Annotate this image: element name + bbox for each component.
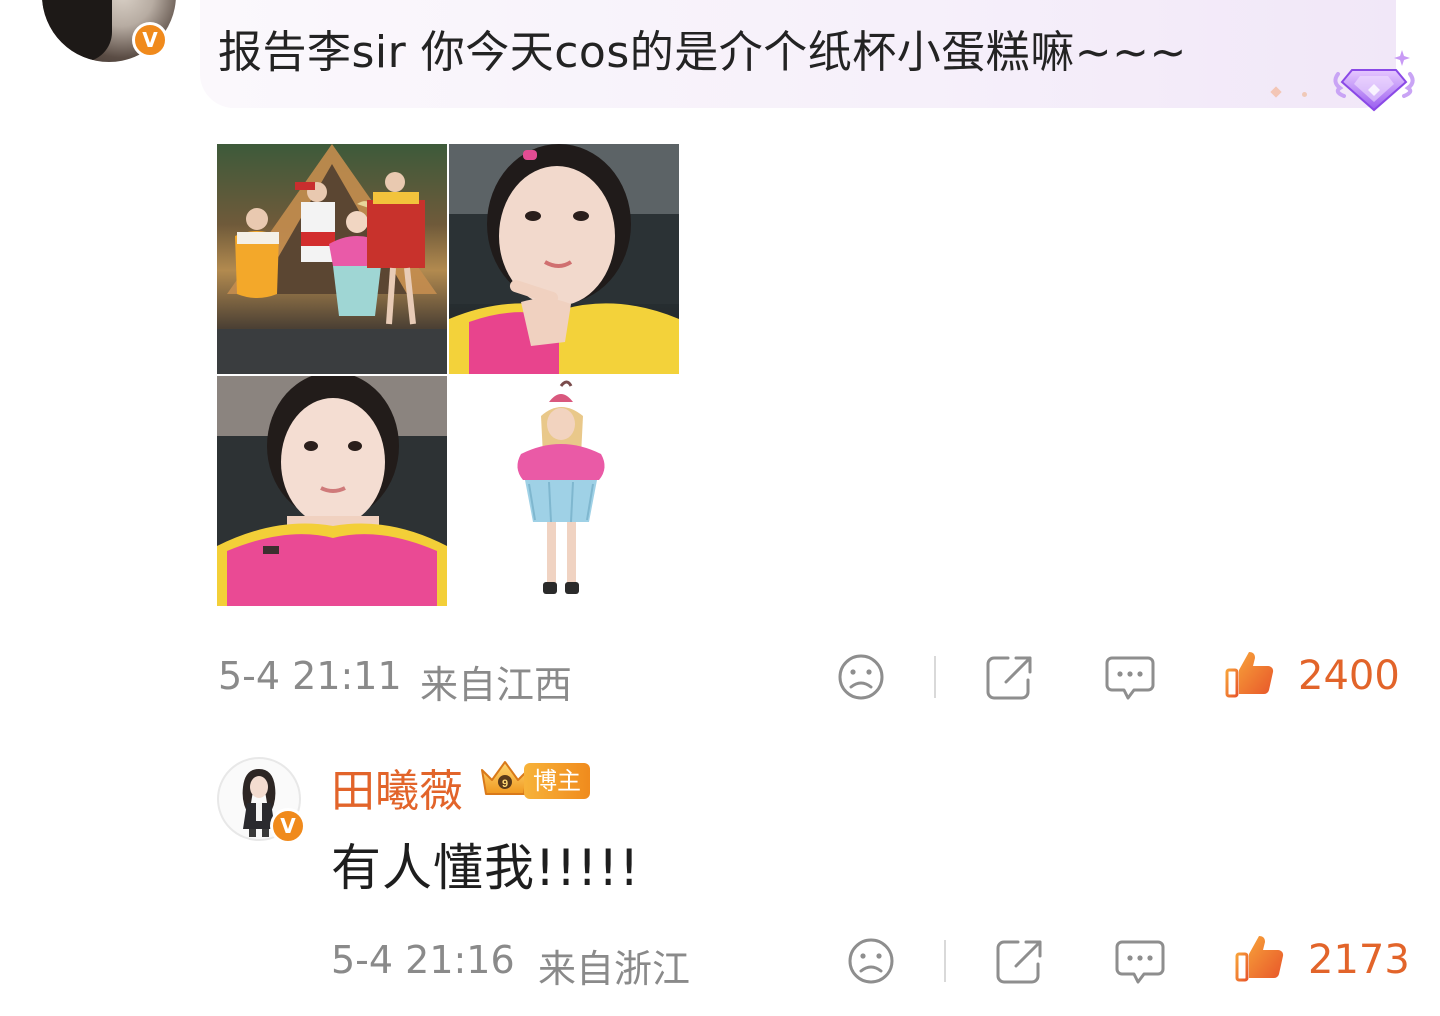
verified-badge-icon: V <box>132 22 168 58</box>
comment-icon[interactable] <box>1114 936 1166 986</box>
reply-text: 有人懂我!!!!! <box>331 839 641 897</box>
selfie-pointing-photo[interactable] <box>449 144 679 374</box>
reply-location: 来自浙江 <box>538 947 691 991</box>
divider <box>944 940 946 982</box>
share-icon[interactable] <box>984 652 1036 702</box>
like-icon[interactable] <box>1234 932 1286 984</box>
reply-timestamp: 5-4 21:16 <box>331 938 515 982</box>
comment-text: 报告李sir 你今天cos的是介个纸杯小蛋糕嘛~~~ <box>218 27 1187 78</box>
blogger-badge: 博主 <box>524 763 590 799</box>
group-costume-photo[interactable] <box>217 144 447 374</box>
like-icon[interactable] <box>1224 648 1276 700</box>
diamond-icon <box>1333 50 1415 112</box>
sad-face-icon[interactable] <box>836 652 886 702</box>
cupcake-costume-photo[interactable] <box>449 376 679 606</box>
like-count: 2173 <box>1308 937 1410 983</box>
sad-face-icon[interactable] <box>846 936 896 986</box>
share-icon[interactable] <box>994 936 1046 986</box>
comment-location: 来自江西 <box>420 663 573 707</box>
divider <box>934 656 936 698</box>
selfie-photo[interactable] <box>217 376 447 606</box>
sparkle-icon <box>1302 92 1307 97</box>
svg-text:9: 9 <box>502 778 508 790</box>
comment-icon[interactable] <box>1104 652 1156 702</box>
like-count: 2400 <box>1298 653 1400 699</box>
reply-author-name[interactable]: 田曦薇 <box>331 755 463 819</box>
verified-badge-icon: V <box>270 808 306 844</box>
comment-timestamp: 5-4 21:11 <box>218 654 402 698</box>
